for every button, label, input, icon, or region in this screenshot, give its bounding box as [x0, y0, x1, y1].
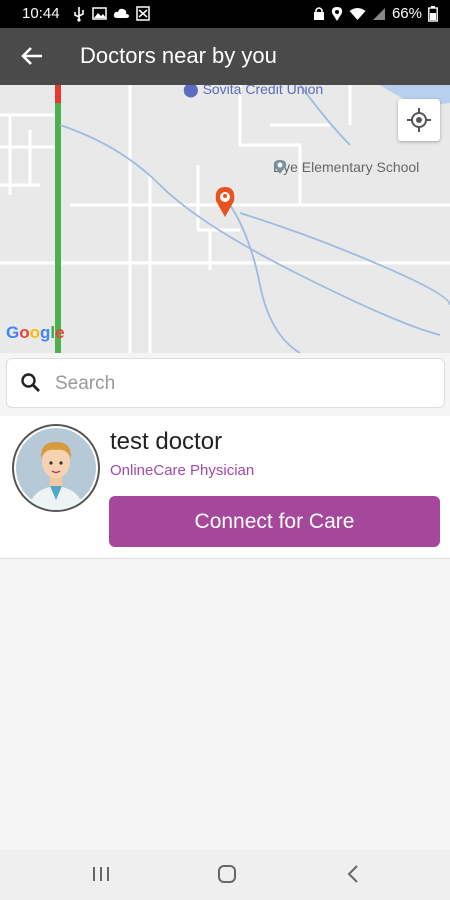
battery-percent: 66%: [391, 5, 422, 22]
doctor-role: OnlineCare Physician: [110, 462, 255, 479]
photo-icon: [136, 6, 150, 21]
connect-for-care-button[interactable]: Connect for Care: [109, 496, 440, 547]
battery-icon: [428, 5, 438, 22]
back-nav-icon[interactable]: [343, 862, 363, 886]
search-bar: [6, 358, 445, 408]
cloud-icon: [113, 8, 129, 18]
system-nav-bar: [0, 850, 450, 900]
crosshair-icon: [407, 108, 431, 132]
image-icon: [92, 7, 107, 20]
map-label-school: Dye Elementary School: [273, 159, 420, 175]
doctor-avatar: [12, 424, 100, 512]
signal-icon: [372, 7, 385, 20]
doctor-list-item: test doctor OnlineCare Physician Connect…: [0, 416, 450, 559]
doctor-avatar-icon: [16, 428, 96, 510]
recent-apps-icon[interactable]: [91, 862, 111, 886]
app-bar: Doctors near by you: [0, 28, 450, 85]
page-title: Doctors near by you: [80, 43, 277, 68]
search-icon: [21, 373, 40, 392]
map-pin-icon: ⬤: [183, 85, 199, 97]
wifi-icon: [349, 7, 366, 20]
status-time: 10:44: [22, 5, 60, 22]
map-label-credit-union: ⬤ Sovita Credit Union: [183, 85, 323, 98]
usb-icon: [74, 7, 84, 22]
google-logo: Google: [6, 323, 65, 342]
doctor-marker-icon[interactable]: [214, 186, 236, 218]
doctor-name: test doctor: [110, 428, 223, 455]
home-icon[interactable]: [215, 862, 239, 886]
map-canvas: [0, 85, 450, 353]
lock-icon: [313, 7, 324, 20]
map-view[interactable]: ⬤ Sovita Credit Union Dye Elementary Sch…: [0, 85, 450, 353]
search-input[interactable]: [53, 367, 427, 401]
school-pin-icon: [273, 160, 287, 174]
back-arrow-icon[interactable]: [18, 42, 46, 70]
my-location-button[interactable]: [398, 99, 440, 141]
status-bar: 10:44 66%: [0, 0, 450, 28]
location-icon: [331, 6, 343, 21]
